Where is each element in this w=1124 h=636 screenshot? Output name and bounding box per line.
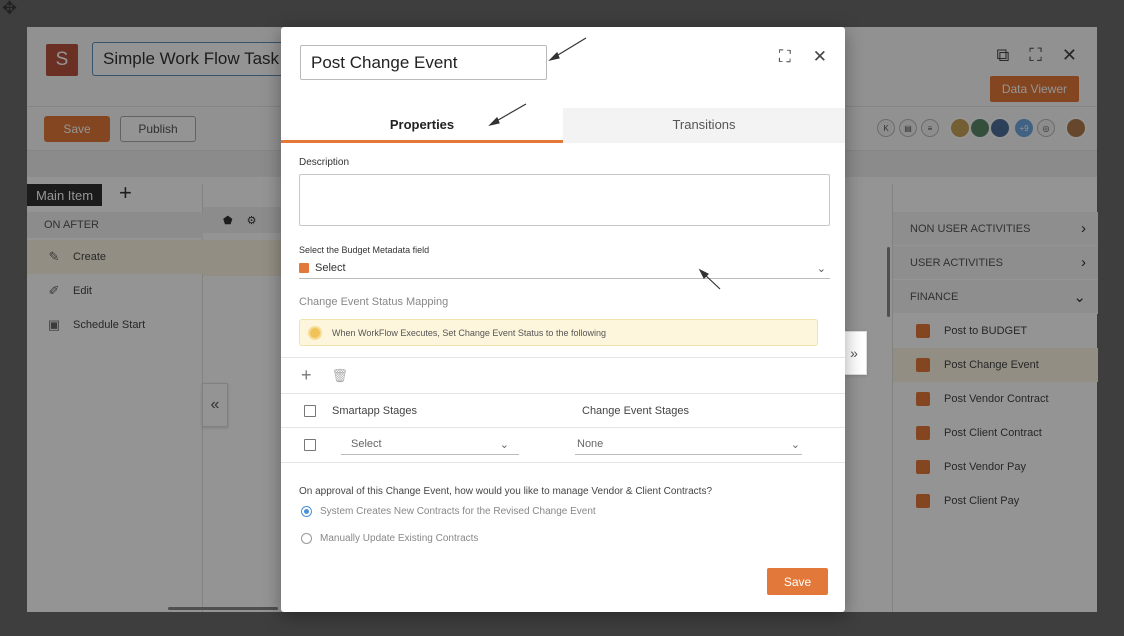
divider: [281, 462, 845, 463]
close-icon[interactable]: ✕: [813, 47, 827, 67]
option-system-creates[interactable]: System Creates New Contracts for the Rev…: [301, 506, 596, 517]
status-mapping-label: Change Event Status Mapping: [299, 296, 449, 308]
chevron-down-icon: ⌄: [790, 439, 800, 451]
column-smartapp-stages: Smartapp Stages: [332, 405, 417, 417]
tab-transitions[interactable]: Transitions: [563, 108, 845, 143]
smartapp-stage-select[interactable]: Select ⌄: [341, 435, 519, 455]
mapping-actions: + 🗑: [301, 365, 348, 386]
option-label: System Creates New Contracts for the Rev…: [320, 506, 596, 517]
chevron-down-icon: ⌄: [499, 439, 509, 451]
add-icon[interactable]: +: [301, 365, 312, 386]
move-cursor-icon: ✥: [2, 0, 18, 18]
info-icon: [308, 325, 322, 340]
option-manual-update[interactable]: Manually Update Existing Contracts: [301, 533, 478, 544]
budget-field-label: Select the Budget Metadata field: [299, 245, 430, 255]
mapping-row: Select ⌄ None ⌄: [281, 428, 845, 462]
dialog-save-button[interactable]: Save: [767, 568, 828, 595]
trash-icon[interactable]: 🗑: [332, 368, 349, 384]
dialog-title-input[interactable]: Post Change Event: [300, 45, 547, 80]
row-checkbox[interactable]: [304, 439, 316, 451]
tab-properties[interactable]: Properties: [281, 108, 563, 143]
post-change-event-dialog: Post Change Event ⛶ ✕ Properties Transit…: [281, 27, 845, 612]
dialog-tabs: Properties Transitions: [281, 108, 845, 143]
budget-field-value: Select: [315, 262, 346, 274]
select-all-checkbox[interactable]: [304, 405, 316, 417]
radio-unselected[interactable]: [301, 533, 312, 544]
description-textarea[interactable]: [299, 174, 830, 226]
workflow-note: When WorkFlow Executes, Set Change Event…: [299, 319, 818, 346]
option-label: Manually Update Existing Contracts: [320, 533, 479, 544]
column-change-event-stages: Change Event Stages: [582, 405, 690, 417]
budget-field-select[interactable]: Select ⌄: [299, 258, 830, 279]
select-value: Select: [351, 438, 382, 450]
mapping-grid-header: Smartapp Stages Change Event Stages: [281, 394, 845, 428]
contract-question: On approval of this Change Event, how wo…: [299, 486, 713, 497]
change-event-stage-select[interactable]: None ⌄: [575, 435, 802, 455]
note-text: When WorkFlow Executes, Set Change Event…: [332, 327, 606, 338]
fullscreen-icon[interactable]: ⛶: [779, 47, 791, 67]
chevron-down-icon: ⌄: [816, 262, 826, 275]
dialog-controls: ⛶ ✕: [779, 47, 827, 67]
budget-icon: [299, 263, 309, 273]
description-label: Description: [299, 157, 350, 168]
select-value: None: [577, 438, 604, 450]
radio-selected[interactable]: [301, 506, 312, 517]
divider: [281, 357, 845, 358]
